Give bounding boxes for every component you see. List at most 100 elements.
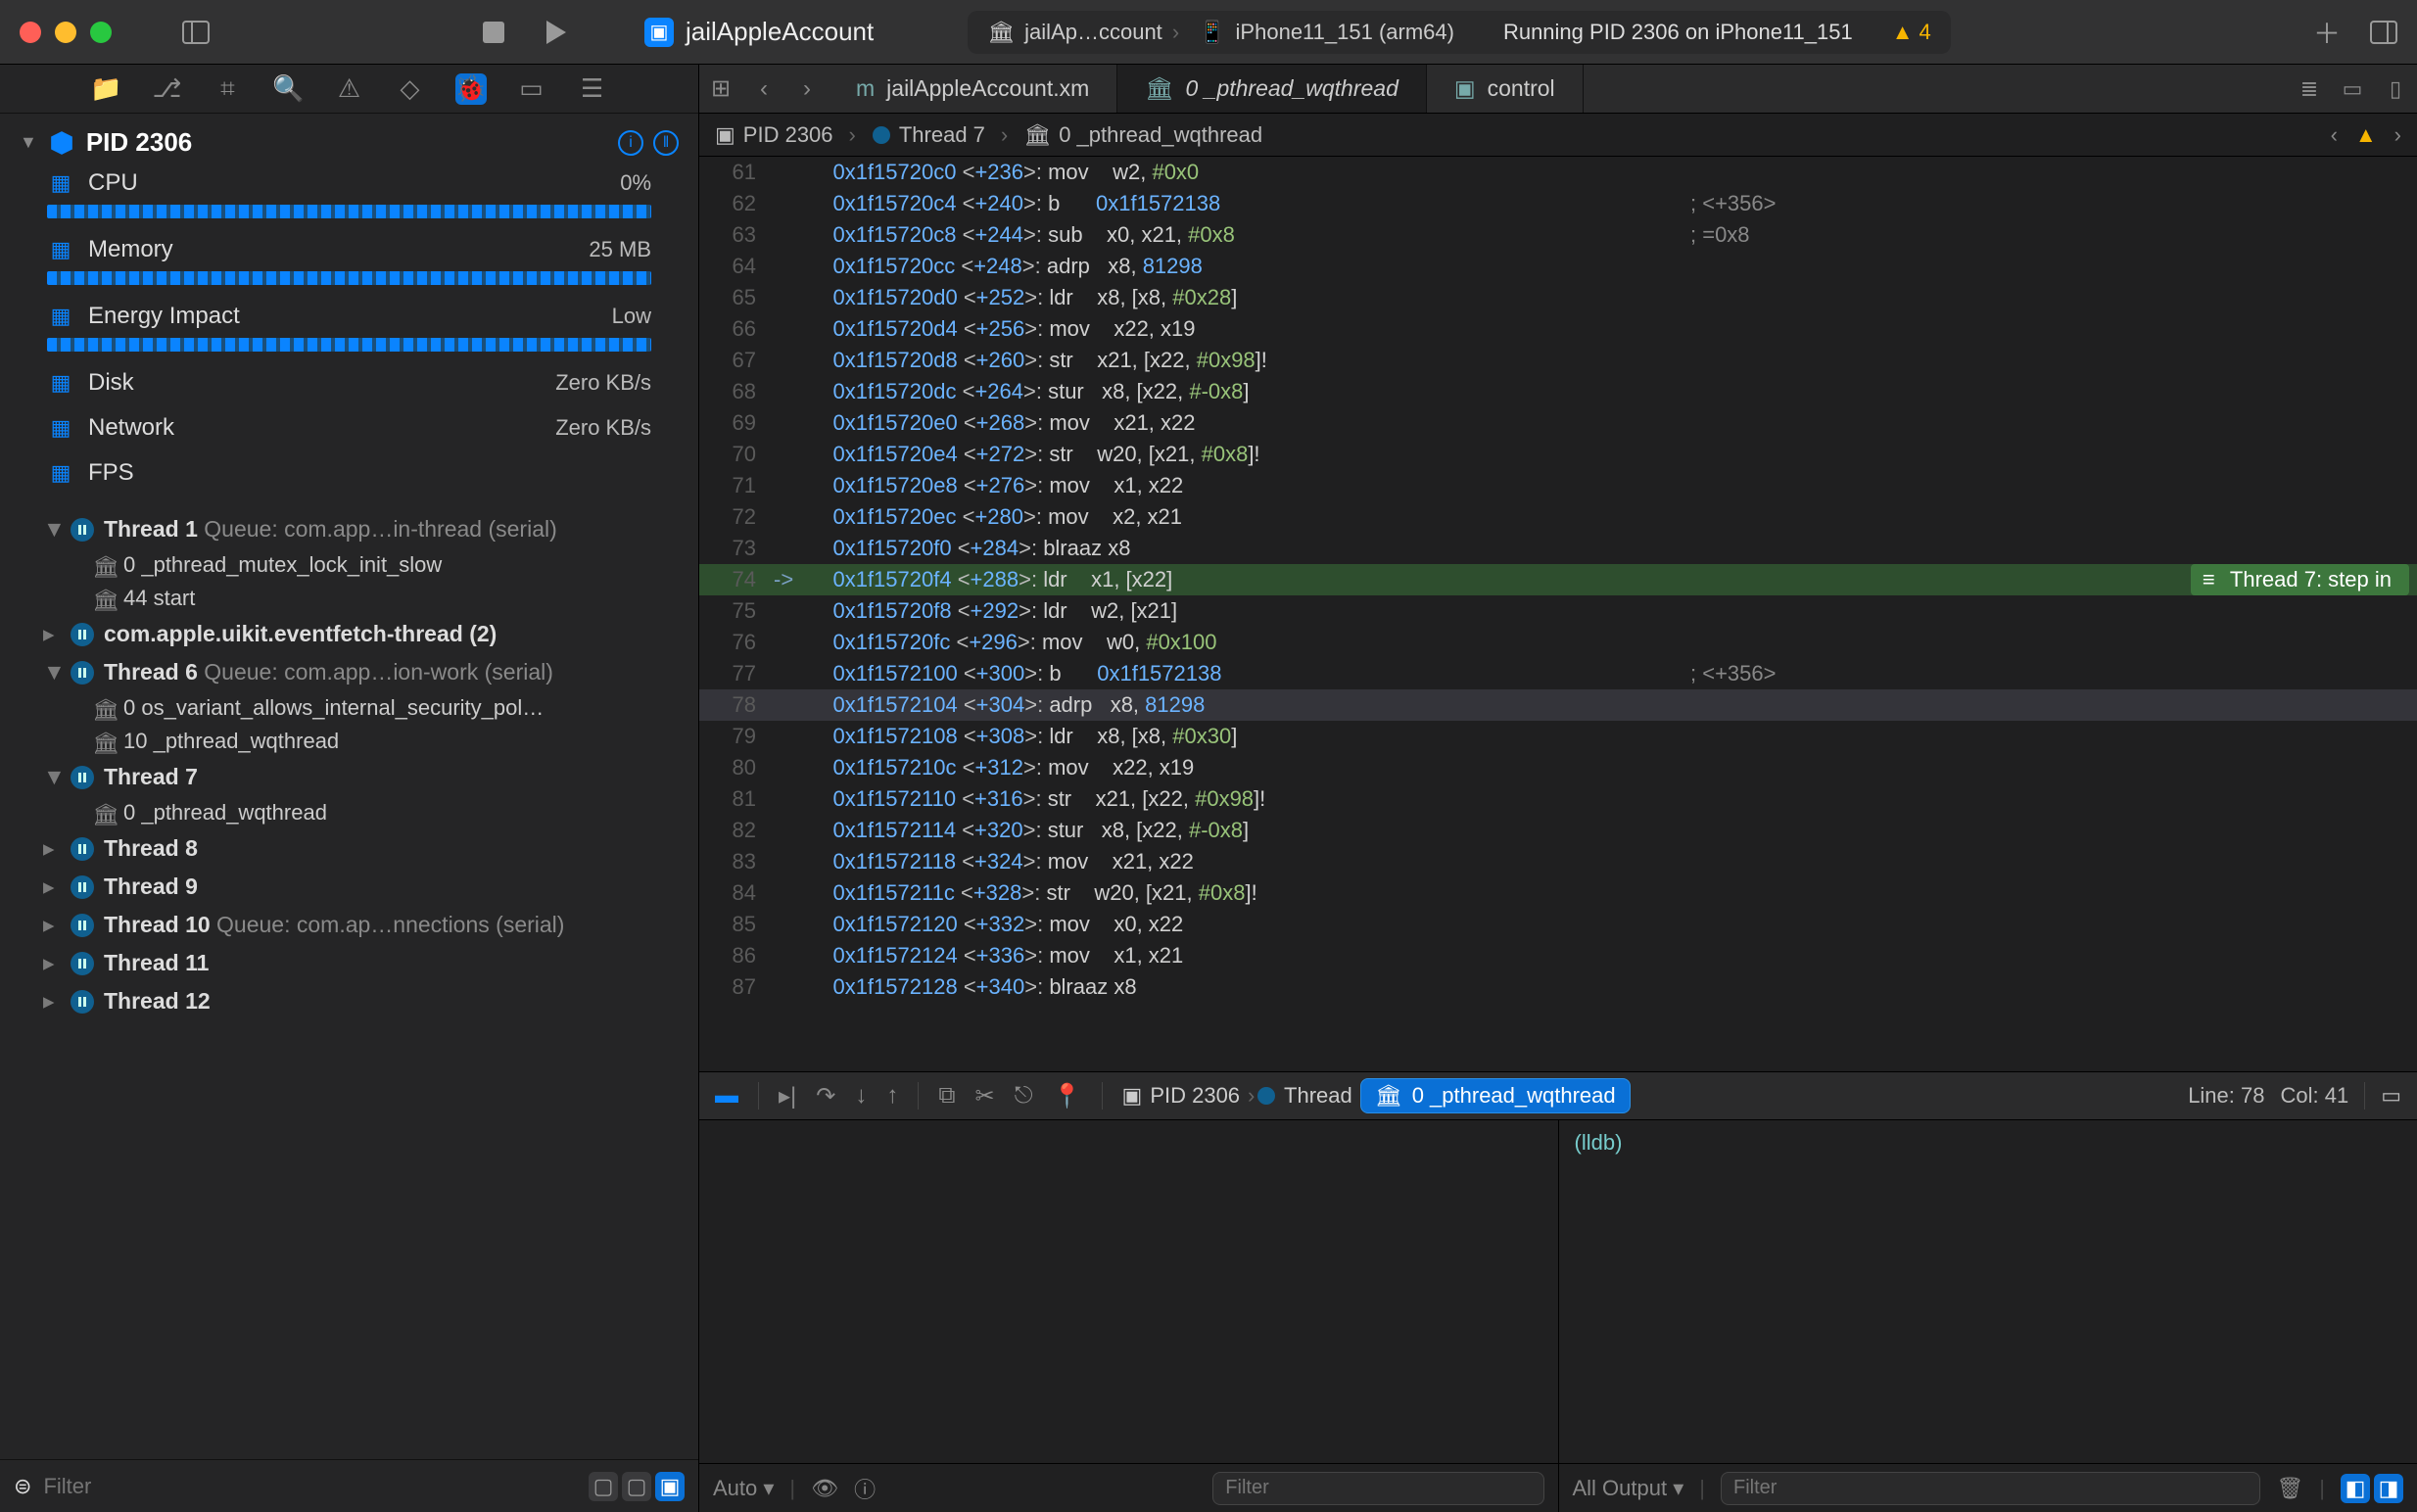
gauge-memory[interactable]: ▦ Memory 25 MB <box>0 232 698 299</box>
console-right-pane-toggle[interactable]: ◨ <box>2374 1474 2403 1503</box>
find-navigator-tab[interactable]: 🔍 <box>273 73 305 105</box>
memory-graph-button[interactable]: ✂ <box>975 1082 995 1110</box>
console-output[interactable]: (lldb) <box>1559 1120 2417 1463</box>
next-issue-button[interactable]: › <box>2394 122 2401 148</box>
add-editor-button[interactable]: ▯ <box>2374 76 2417 102</box>
hide-debug-area-button[interactable]: ▬ <box>715 1082 738 1110</box>
asm-line[interactable]: 66 0x1f15720d4 <+256>: mov x22, x19 <box>699 313 2417 345</box>
filter-running-button[interactable]: ▣ <box>655 1472 685 1501</box>
close-window-button[interactable] <box>20 22 41 43</box>
asm-line[interactable]: 79 0x1f1572108 <+308>: ldr x8, [x8, #0x3… <box>699 721 2417 752</box>
disclosure-triangle-icon[interactable]: ▸ <box>43 912 61 938</box>
go-back-button[interactable]: ‹ <box>742 75 785 103</box>
scheme-dropdown[interactable]: 🏛 jailAp…ccount › <box>987 20 1179 45</box>
debug-frame-pill[interactable]: 🏛0 _pthread_wqthread <box>1360 1078 1631 1113</box>
disclosure-triangle-icon[interactable]: ▼ <box>20 132 37 153</box>
report-navigator-tab[interactable]: ☰ <box>577 73 608 105</box>
disclosure-triangle-icon[interactable]: ▸ <box>43 835 61 862</box>
debug-thread[interactable]: Thread <box>1284 1083 1352 1109</box>
quicklook-icon[interactable]: 👁 <box>811 1476 838 1501</box>
jump-pid[interactable]: ▣PID 2306 <box>715 122 833 148</box>
toggle-minimap-button[interactable]: ▭ <box>2381 1083 2401 1109</box>
info-icon[interactable]: ⓘ <box>854 1473 876 1504</box>
asm-line[interactable]: 81 0x1f1572110 <+316>: str x21, [x22, #0… <box>699 783 2417 815</box>
disclosure-triangle-icon[interactable]: ▼ <box>43 659 61 685</box>
step-over-button[interactable]: ↷ <box>816 1082 835 1110</box>
editor-tab[interactable]: ▣ control <box>1427 65 1584 113</box>
thread-info-button[interactable]: i <box>618 130 643 156</box>
stop-button[interactable] <box>480 19 507 46</box>
device-dropdown[interactable]: 📱 iPhone11_151 (arm64) <box>1199 20 1454 45</box>
asm-line[interactable]: 62 0x1f15720c4 <+240>: b 0x1f1572138; <+… <box>699 188 2417 219</box>
asm-line[interactable]: 85 0x1f1572120 <+332>: mov x0, x22 <box>699 909 2417 940</box>
asm-line[interactable]: 77 0x1f1572100 <+300>: b 0x1f1572138; <+… <box>699 658 2417 689</box>
debug-pid[interactable]: PID 2306 <box>1150 1083 1240 1109</box>
filter-crashed-button[interactable]: ▢ <box>622 1472 651 1501</box>
minimize-window-button[interactable] <box>55 22 76 43</box>
asm-line[interactable]: 84 0x1f157211c <+328>: str w20, [x21, #0… <box>699 877 2417 909</box>
simulate-location-button[interactable]: 📍 <box>1053 1082 1082 1110</box>
console-left-pane-toggle[interactable]: ◧ <box>2341 1474 2370 1503</box>
stack-frame-row[interactable]: 🏛10 _pthread_wqthread <box>16 725 683 758</box>
stack-frame-row[interactable]: 🏛44 start <box>16 582 683 615</box>
variables-scope-popup[interactable]: Auto ▾ <box>713 1476 774 1501</box>
related-items-button[interactable]: ⊞ <box>699 74 742 103</box>
zoom-window-button[interactable] <box>90 22 112 43</box>
thread-row[interactable]: ▸ Thread 9 <box>16 868 683 906</box>
warnings-indicator[interactable]: ▲ 4 <box>1892 20 1931 45</box>
thread-row[interactable]: ▸ Thread 10 Queue: com.ap…nnections (ser… <box>16 906 683 944</box>
asm-line[interactable]: 61 0x1f15720c0 <+236>: mov w2, #0x0 <box>699 157 2417 188</box>
console-output-popup[interactable]: All Output ▾ <box>1573 1476 1684 1501</box>
step-out-button[interactable]: ↑ <box>886 1082 898 1110</box>
filter-tag-button[interactable]: ▢ <box>589 1472 618 1501</box>
go-forward-button[interactable]: › <box>785 75 829 103</box>
step-badge[interactable]: Thread 7: step in <box>2191 564 2409 595</box>
debug-navigator-tab[interactable]: 🐞 <box>455 73 487 105</box>
navigator-filter-input[interactable] <box>43 1474 577 1499</box>
asm-line[interactable]: 72 0x1f15720ec <+280>: mov x2, x21 <box>699 501 2417 533</box>
asm-line[interactable]: 67 0x1f15720d8 <+260>: str x21, [x22, #0… <box>699 345 2417 376</box>
asm-line[interactable]: 80 0x1f157210c <+312>: mov x22, x19 <box>699 752 2417 783</box>
asm-line[interactable]: 74-> 0x1f15720f4 <+288>: ldr x1, [x22] <box>699 564 2417 595</box>
trash-icon[interactable]: 🗑 <box>2276 1476 2303 1501</box>
toggle-navigator-icon[interactable] <box>182 19 210 46</box>
thread-row[interactable]: ▼ Thread 1 Queue: com.app…in-thread (ser… <box>16 510 683 548</box>
thread-row[interactable]: ▼ Thread 6 Queue: com.app…ion-work (seri… <box>16 653 683 691</box>
asm-line[interactable]: 68 0x1f15720dc <+264>: stur x8, [x22, #-… <box>699 376 2417 407</box>
project-navigator-tab[interactable]: 📁 <box>91 73 122 105</box>
asm-line[interactable]: 73 0x1f15720f0 <+284>: blraaz x8 <box>699 533 2417 564</box>
disclosure-triangle-icon[interactable]: ▸ <box>43 988 61 1015</box>
disclosure-triangle-icon[interactable]: ▼ <box>43 516 61 543</box>
scheme-selector[interactable]: ▣ jailAppleAccount <box>644 17 874 47</box>
symbol-navigator-tab[interactable]: ⌗ <box>213 73 244 105</box>
pause-button[interactable]: ‖ <box>653 130 679 156</box>
process-header[interactable]: ▼ PID 2306 i ‖ <box>0 119 698 165</box>
thread-row[interactable]: ▸ Thread 11 <box>16 944 683 982</box>
view-debugger-button[interactable]: ⧉ <box>938 1082 955 1110</box>
asm-line[interactable]: 82 0x1f1572114 <+320>: stur x8, [x22, #-… <box>699 815 2417 846</box>
asm-line[interactable]: 76 0x1f15720fc <+296>: mov w0, #0x100 <box>699 627 2417 658</box>
disclosure-triangle-icon[interactable]: ▸ <box>43 950 61 976</box>
breakpoint-navigator-tab[interactable]: ▭ <box>516 73 547 105</box>
jump-frame[interactable]: 🏛0 _pthread_wqthread <box>1023 122 1262 148</box>
thread-row[interactable]: ▼ Thread 7 <box>16 758 683 796</box>
asm-line[interactable]: 78 0x1f1572104 <+304>: adrp x8, 81298 <box>699 689 2417 721</box>
console-filter-input[interactable] <box>1721 1472 2260 1505</box>
continue-button[interactable]: ▸| <box>779 1082 796 1110</box>
issue-navigator-tab[interactable]: ⚠ <box>334 73 365 105</box>
gauge-fps[interactable]: ▦ FPS <box>0 455 698 500</box>
asm-line[interactable]: 87 0x1f1572128 <+340>: blraaz x8 <box>699 971 2417 1003</box>
asm-line[interactable]: 75 0x1f15720f8 <+292>: ldr w2, [x21] <box>699 595 2417 627</box>
asm-line[interactable]: 86 0x1f1572124 <+336>: mov x1, x21 <box>699 940 2417 971</box>
step-into-button[interactable]: ↓ <box>855 1082 867 1110</box>
stack-frame-row[interactable]: 🏛0 os_variant_allows_internal_security_p… <box>16 691 683 725</box>
toggle-inspector-icon[interactable] <box>2370 19 2397 46</box>
asm-line[interactable]: 69 0x1f15720e0 <+268>: mov x21, x22 <box>699 407 2417 439</box>
gauge-disk[interactable]: ▦ Disk Zero KB/s <box>0 365 698 410</box>
gauge-energy-impact[interactable]: ▦ Energy Impact Low <box>0 299 698 365</box>
editor-tab[interactable]: m jailAppleAccount.xm <box>829 65 1117 113</box>
variables-body[interactable] <box>699 1120 1558 1463</box>
add-tab-button[interactable]: ＋ <box>2313 19 2341 46</box>
run-button[interactable] <box>543 19 570 46</box>
adjust-editor-button[interactable]: ▭ <box>2331 76 2374 102</box>
